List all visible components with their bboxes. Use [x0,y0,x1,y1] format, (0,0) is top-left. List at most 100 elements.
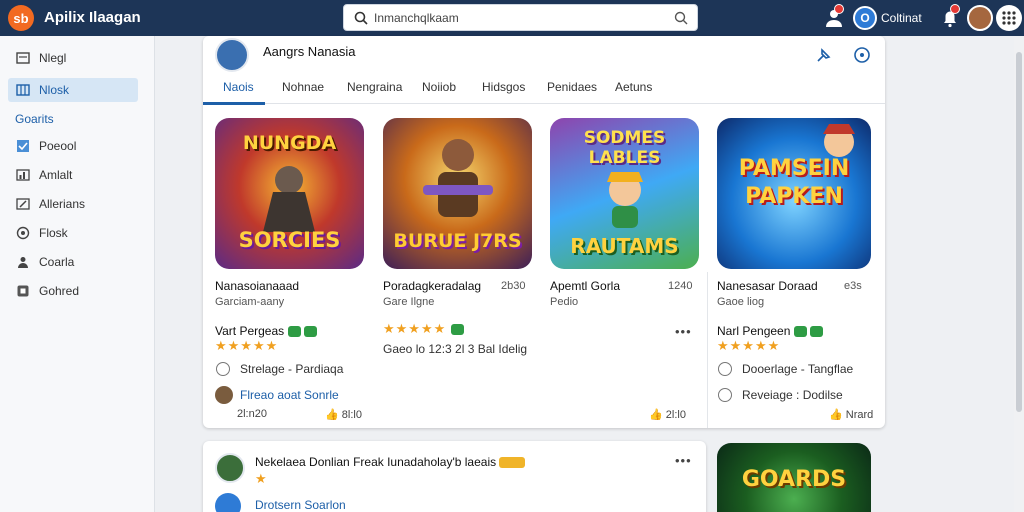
game-art-5[interactable]: GOARDS [717,443,871,512]
profile-avatar[interactable] [967,5,993,31]
card-title: Aangrs Nanasia [263,44,356,59]
grid-icon [16,83,30,97]
notifications-badge [950,4,960,14]
game-art-title: SODMES LABLES [583,128,666,168]
sidebar-item-label: Amlalt [39,168,73,182]
status-badge [450,324,464,336]
star-icon: ★ [255,471,268,486]
rating-stars: ★★★★★ [215,338,279,353]
post-card: Nekelaea Donlian Freak Iunadaholay'b lae… [203,441,706,512]
options-circle-icon[interactable] [853,46,871,64]
tab-naois[interactable]: Naois [223,80,254,94]
box-icon [16,284,30,298]
scrollbar-thumb[interactable] [1016,52,1022,412]
tab-nohnae[interactable]: Nohnae [282,80,324,94]
hero-figure-icon [423,139,493,217]
sidebar-item-label: Allerians [39,197,86,211]
tab-penidaes[interactable]: Penidaes [547,80,597,94]
search-text: Inmanchqlkaam [374,11,459,25]
game-name[interactable]: Poradagkeradalag [383,279,481,293]
verified-badge [793,326,807,338]
kid-figure-icon [607,172,643,228]
sidebar-item-poeool[interactable]: Poeool [8,134,138,158]
like-count[interactable]: 👍 Nrard [829,408,873,421]
post-title[interactable]: Nekelaea Donlian Freak Iunadaholay'b lae… [255,455,526,469]
rating-stars: ★★★★★ [717,338,781,353]
status-badge [303,326,317,338]
verified-badge [287,326,301,338]
status-badge [810,326,824,338]
game-art-subtitle: PAPKEN [745,184,843,209]
active-tab-indicator [203,102,265,105]
option-text: Dooerlage - Tangflae [742,362,854,376]
rating-stars: ★★★★★ [383,321,464,337]
sidebar-section-title: Goarits [15,112,54,126]
more-options-button[interactable]: ••• [675,453,692,468]
game-art-subtitle: RAUTAMS [570,234,679,258]
apps-grid-icon [1002,11,1016,25]
like-count[interactable]: 👍 8l:l0 [325,408,362,421]
sidebar-item-label: Gohred [39,284,80,298]
user-name: Coltinat [881,11,922,25]
game-owner[interactable]: Vart Pergeas [215,324,317,338]
sidebar-item-label: Coarla [39,255,75,269]
sidebar-item-label: Nlosk [39,83,70,97]
sidebar-item-allerians[interactable]: Allerians [8,192,138,216]
option-text: Reveiage : Dodilse [742,388,843,402]
sidebar-item-gohred[interactable]: Gohred [8,279,138,303]
sidebar-item-label: Nlegl [39,51,67,65]
game-subtitle: Gaoe liog [717,296,765,308]
card-avatar[interactable] [215,38,249,72]
sidebar-item-nlosk[interactable]: Nlosk [8,78,138,102]
info-text: Gaeo lo 12:3 2l 3 Bal Idelig [383,342,528,356]
author-avatar [215,386,233,404]
sidebar: Nlegl Nlosk Goarits Poeool Amlalt Alleri… [0,36,155,512]
sidebar-item-amlalt[interactable]: Amlalt [8,163,138,187]
people-icon [16,255,30,269]
game-art-1[interactable]: NUNGDA SORCIES [215,118,364,269]
sidebar-item-nlegl[interactable]: Nlegl [8,46,138,70]
app-logo[interactable]: sb [8,5,34,31]
game-owner-name: Narl Pengeen [717,324,791,338]
character-figure-icon [823,124,855,157]
game-art-4[interactable]: PAMSEIN PAPKEN [717,118,871,269]
author-link[interactable]: Flreao aoat Sonrle [240,388,339,402]
search-input[interactable]: Inmanchqlkaam [343,4,698,31]
tab-hidsgos[interactable]: Hidsgos [482,80,525,94]
thumbs-up-icon: 👍 [325,409,339,421]
level-badge [499,457,526,469]
more-options-button[interactable]: ••• [675,324,692,339]
author-link[interactable]: Drotsern Soarlon [255,498,346,512]
game-name[interactable]: Nanasoianaaad [215,279,299,293]
game-art-3[interactable]: SODMES LABLES RAUTAMS [550,118,699,269]
sidebar-item-label: Poeool [39,139,77,153]
post-date: 2l:n20 [237,408,267,420]
search-icon [354,11,368,25]
app-title: Apilix Ilaagan [44,9,141,26]
thumbs-up-icon: 👍 [649,409,663,421]
search-submit-icon[interactable] [673,10,689,26]
tab-nengraina[interactable]: Nengraina [347,80,402,94]
tab-aetuns[interactable]: Aetuns [615,80,652,94]
inbox-icon [16,51,30,65]
option-radio[interactable] [718,388,732,402]
post-avatar[interactable] [215,453,245,483]
game-art-2[interactable]: BURUE J7RS [383,118,532,269]
game-name[interactable]: Apemtl Gorla [550,279,620,293]
sidebar-item-flosk[interactable]: Flosk [8,221,138,245]
warrior-figure-icon [263,166,315,232]
game-owner[interactable]: Narl Pengeen [717,324,824,338]
sidebar-item-coarla[interactable]: Coarla [8,250,138,274]
game-subtitle: Pedio [550,296,579,308]
game-name[interactable]: Nanesasar Doraad [717,279,818,293]
game-count: e3s [844,280,862,292]
like-count[interactable]: 👍 2l:l0 [649,408,686,421]
option-radio[interactable] [718,362,732,376]
apps-grid-button[interactable] [996,5,1022,31]
option-radio[interactable] [216,362,230,376]
user-menu[interactable]: O Coltinat [853,5,922,31]
author-avatar [215,493,241,512]
tab-noiiob[interactable]: Noiiob [422,80,456,94]
pin-icon[interactable] [815,46,833,64]
game-art-subtitle: BURUE J7RS [393,230,522,252]
